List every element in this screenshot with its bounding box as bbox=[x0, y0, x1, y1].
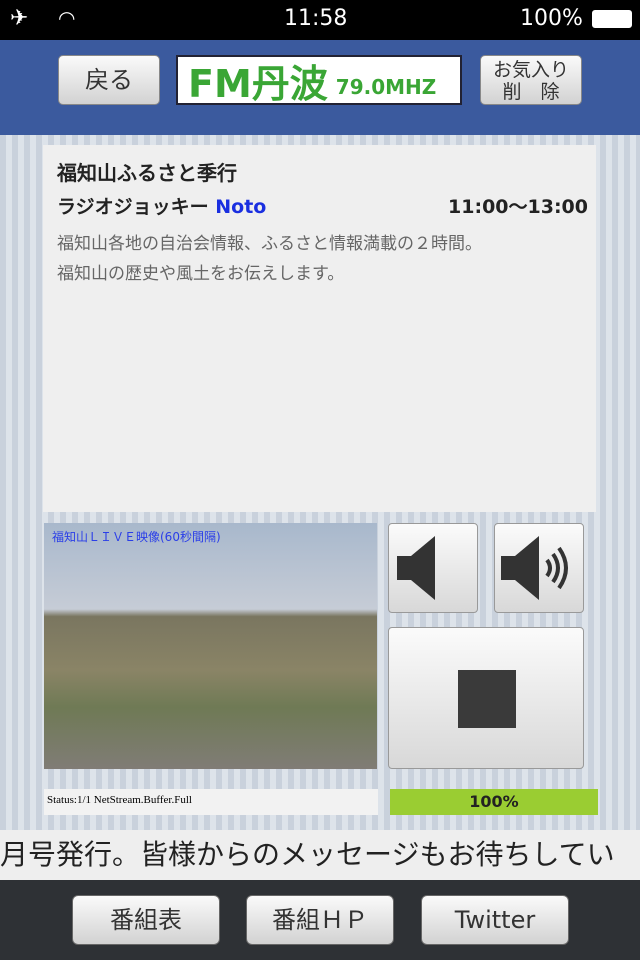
description: 福知山の歴史や風土をお伝えします。 bbox=[57, 264, 345, 284]
battery-percent: 100% bbox=[520, 6, 583, 31]
main-panel: 福知山ふるさと季行 ラジオジョッキー Noto 11:00〜13:00 福知山各… bbox=[0, 135, 640, 830]
news-ticker: 月号発行。皆様からのメッセージもお待ちしてい bbox=[0, 830, 640, 880]
logo-frequency: 79.0MHZ bbox=[335, 75, 437, 99]
bottom-toolbar: 番組表 番組ＨＰ Twitter bbox=[0, 880, 640, 960]
remove-label: 削 除 bbox=[502, 81, 560, 103]
program-info: 福知山ふるさと季行 ラジオジョッキー Noto 11:00〜13:00 福知山各… bbox=[43, 145, 596, 512]
station-logo: FM丹波 79.0MHZ bbox=[176, 55, 462, 106]
program-homepage-button[interactable]: 番組ＨＰ bbox=[246, 895, 394, 945]
buffer-progress-bar: 100% bbox=[390, 789, 598, 815]
wifi-icon: ◠ bbox=[58, 6, 76, 30]
stop-icon bbox=[458, 670, 516, 728]
twitter-button[interactable]: Twitter bbox=[421, 895, 569, 945]
speaker-loud-icon bbox=[501, 536, 568, 600]
airplane-icon: ✈ bbox=[10, 6, 29, 31]
speaker-icon bbox=[397, 536, 435, 600]
schedule-button[interactable]: 番組表 bbox=[72, 895, 220, 945]
stream-status: Status:1/1 NetStream.Buffer.Full bbox=[44, 789, 378, 815]
stop-button[interactable] bbox=[388, 627, 584, 769]
live-camera-image: 福知山ＬＩＶＥ映像(60秒間隔) bbox=[44, 523, 377, 769]
remove-favorite-button[interactable]: お気入り 削 除 bbox=[480, 55, 582, 105]
program-title: 福知山ふるさと季行 bbox=[57, 161, 237, 185]
dj-label: ラジオジョッキー bbox=[57, 196, 209, 218]
camera-caption: 福知山ＬＩＶＥ映像(60秒間隔) bbox=[52, 530, 221, 544]
program-time: 11:00〜13:00 bbox=[448, 196, 588, 218]
volume-up-button[interactable] bbox=[494, 523, 584, 613]
dj-name: Noto bbox=[215, 196, 267, 218]
logo-text: FM丹波 bbox=[188, 61, 328, 106]
battery-icon bbox=[592, 10, 632, 28]
status-bar: ✈ ◠ 11:58 100% bbox=[0, 0, 640, 40]
volume-down-button[interactable] bbox=[388, 523, 478, 613]
favorite-label: お気入り bbox=[492, 59, 569, 81]
clock: 11:58 bbox=[284, 6, 348, 31]
description: 福知山各地の自治会情報、ふるさと情報満載の２時間。 bbox=[57, 234, 482, 254]
back-button[interactable]: 戻る bbox=[58, 55, 160, 105]
